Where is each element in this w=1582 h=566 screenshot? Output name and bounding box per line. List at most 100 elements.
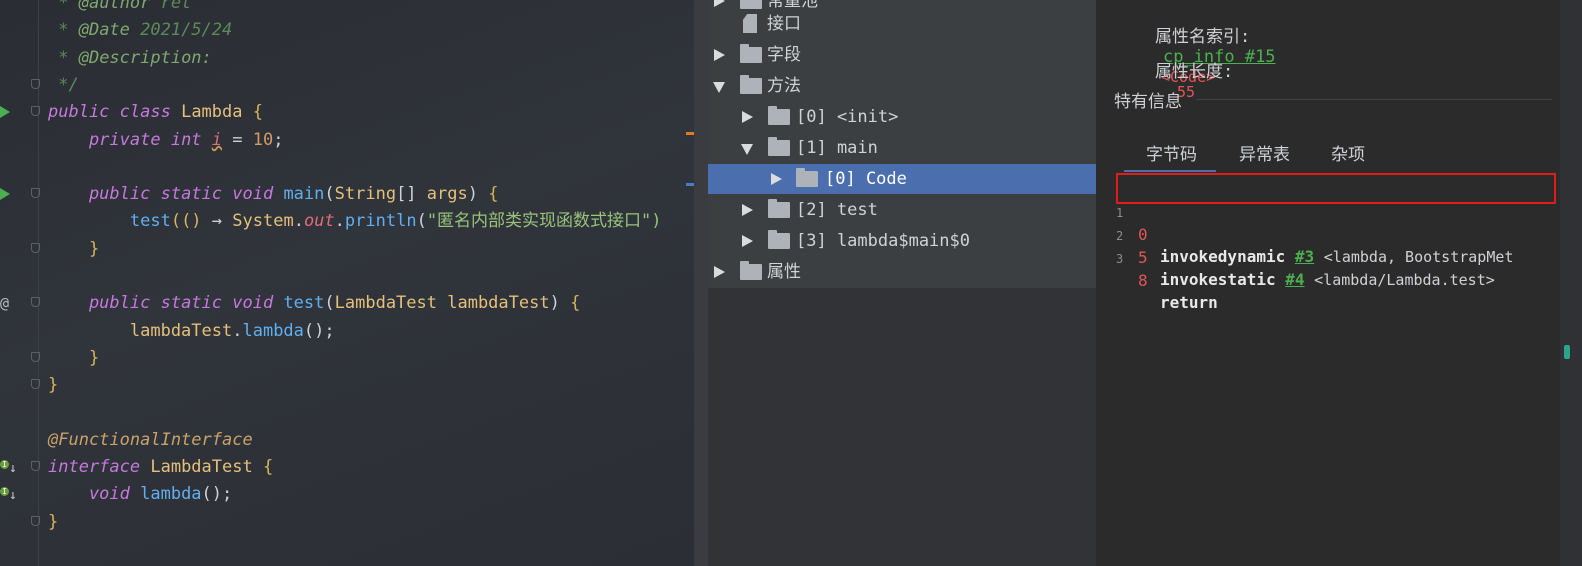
code-line[interactable]: } bbox=[0, 236, 700, 262]
code-line[interactable]: @ public static void test(LambdaTest lam… bbox=[0, 290, 700, 316]
code-token: (() bbox=[170, 211, 212, 232]
fold-icon[interactable] bbox=[31, 106, 40, 117]
code-token: System bbox=[232, 211, 294, 232]
fold-icon[interactable] bbox=[31, 461, 40, 472]
file-icon bbox=[743, 14, 757, 33]
code-line[interactable] bbox=[0, 263, 700, 289]
tree-item-method-main[interactable]: [1] main bbox=[708, 133, 1096, 163]
code-text: * @Date 2021/5/24 bbox=[48, 17, 232, 43]
code-token: ) bbox=[467, 184, 489, 205]
constant-ref-link[interactable]: #3 bbox=[1295, 247, 1314, 266]
code-line[interactable]: * @author ret bbox=[0, 0, 700, 16]
tree-item-interfaces[interactable]: 接口 bbox=[708, 9, 1096, 39]
class-structure-tree[interactable]: 常量池 接口 字段 方法 [0] <init> [1] main [0] Cod… bbox=[708, 0, 1096, 566]
code-token: . bbox=[334, 211, 345, 232]
collapse-arrow-icon[interactable] bbox=[741, 144, 753, 155]
fold-icon[interactable] bbox=[31, 188, 40, 199]
opcode: return bbox=[1160, 293, 1218, 312]
code-token: * bbox=[48, 20, 79, 41]
code-text: void lambda(); bbox=[48, 481, 232, 507]
fold-icon[interactable] bbox=[31, 351, 40, 362]
code-line[interactable]: I ↓ interface LambdaTest { bbox=[0, 454, 700, 480]
code-text: test(() → System.out.println("匿名内部类实现函数式… bbox=[48, 208, 662, 234]
code-text: public static void test(LambdaTest lambd… bbox=[48, 290, 580, 316]
code-line[interactable]: } bbox=[0, 372, 700, 398]
bytecode-offset: 8 bbox=[1138, 271, 1148, 290]
tree-item-fields[interactable]: 字段 bbox=[708, 40, 1096, 70]
tab-exception-table[interactable]: 异常表 bbox=[1239, 140, 1290, 165]
code-line[interactable]: } bbox=[0, 509, 700, 535]
code-line[interactable]: public class Lambda { bbox=[0, 99, 700, 125]
run-icon[interactable] bbox=[0, 106, 10, 119]
code-line[interactable]: lambdaTest.lambda(); bbox=[0, 318, 700, 344]
bytecode-instruction: invokestatic #4 <lambda/Lambda.test> bbox=[1160, 269, 1495, 291]
code-line[interactable]: } bbox=[0, 345, 700, 371]
expand-arrow-icon[interactable] bbox=[742, 204, 753, 216]
code-line[interactable]: I ↓ void lambda(); bbox=[0, 481, 700, 507]
code-text: public class Lambda { bbox=[48, 99, 263, 125]
overrides-icon[interactable]: @ bbox=[0, 290, 9, 316]
opcode: invokestatic bbox=[1160, 270, 1276, 289]
expand-arrow-icon[interactable] bbox=[742, 235, 753, 247]
run-icon[interactable] bbox=[0, 188, 10, 201]
code-line[interactable]: * @Date 2021/5/24 bbox=[0, 17, 700, 43]
attribute-info-panel: 属性名索引: cp_info #15 <Code> 属性长度: 55 特有信息 … bbox=[1096, 0, 1582, 566]
code-line[interactable]: public static void main(String[] args) { bbox=[0, 181, 700, 207]
scrollbar[interactable] bbox=[1560, 0, 1582, 566]
fold-icon[interactable] bbox=[31, 78, 40, 89]
code-token: @Date bbox=[78, 20, 130, 41]
code-token: lambdaTest bbox=[447, 293, 550, 314]
code-text: } bbox=[48, 372, 58, 398]
code-text: private int i = 10; bbox=[48, 127, 284, 153]
tab-bytecode[interactable]: 字节码 bbox=[1146, 140, 1197, 165]
code-line[interactable] bbox=[0, 154, 700, 180]
bytecode-comment: <lambda, BootstrapMet bbox=[1323, 248, 1514, 266]
code-line[interactable]: private int i = 10; bbox=[0, 127, 700, 153]
tree-item-method-init[interactable]: [0] <init> bbox=[708, 102, 1096, 132]
code-line[interactable] bbox=[0, 400, 700, 426]
expand-arrow-icon[interactable] bbox=[714, 0, 725, 7]
code-line[interactable]: */ bbox=[0, 72, 700, 98]
tree-item-label: 接口 bbox=[767, 14, 801, 34]
bytecode-row[interactable]: 3 8 return bbox=[1116, 226, 1556, 312]
code-text: lambdaTest.lambda(); bbox=[48, 318, 335, 344]
expand-arrow-icon[interactable] bbox=[714, 49, 725, 61]
code-token: * bbox=[48, 47, 79, 68]
code-token: Lambda bbox=[181, 102, 253, 123]
code-text: } bbox=[48, 236, 99, 262]
scroll-marker[interactable] bbox=[1564, 345, 1570, 359]
bytecode-row[interactable]: 2 5 invokestatic #4 <lambda/Lambda.test> bbox=[1116, 203, 1556, 289]
tree-item-method-test[interactable]: [2] test bbox=[708, 195, 1096, 225]
expand-arrow-icon[interactable] bbox=[771, 173, 782, 185]
code-token: ( bbox=[416, 211, 427, 232]
tree-item-methods[interactable]: 方法 bbox=[708, 71, 1096, 101]
code-line[interactable]: test(() → System.out.println("匿名内部类实现函数式… bbox=[0, 208, 700, 234]
code-text: } bbox=[48, 345, 99, 371]
implemented-icon[interactable]: I bbox=[0, 460, 9, 470]
implemented-icon[interactable]: I bbox=[0, 487, 9, 497]
code-token: . bbox=[293, 211, 304, 232]
code-line[interactable]: @FunctionalInterface bbox=[0, 427, 700, 453]
tree-item-code[interactable]: [0] Code bbox=[708, 164, 1096, 194]
expand-arrow-icon[interactable] bbox=[714, 266, 725, 278]
tree-item-attributes[interactable]: 属性 bbox=[708, 257, 1096, 287]
bytecode-comment: <lambda/Lambda.test> bbox=[1314, 271, 1495, 289]
tab-misc[interactable]: 杂项 bbox=[1331, 140, 1365, 165]
fold-icon[interactable] bbox=[31, 242, 40, 253]
fold-icon[interactable] bbox=[31, 515, 40, 526]
fold-icon[interactable] bbox=[31, 379, 40, 390]
code-text: interface LambdaTest { bbox=[48, 454, 273, 480]
code-token: out bbox=[303, 211, 335, 232]
fold-icon[interactable] bbox=[31, 297, 40, 308]
constant-ref-link[interactable]: #4 bbox=[1285, 270, 1304, 289]
tree-item-method-lambda[interactable]: [3] lambda$main$0 bbox=[708, 226, 1096, 256]
down-arrow-icon: ↓ bbox=[9, 461, 17, 477]
splitter[interactable] bbox=[694, 0, 708, 566]
code-editor[interactable]: * @author ret * @Date 2021/5/24 * @Descr… bbox=[0, 0, 700, 566]
code-token: ) bbox=[549, 293, 571, 314]
code-token: println bbox=[344, 211, 417, 232]
code-token: ( bbox=[324, 184, 335, 205]
expand-arrow-icon[interactable] bbox=[742, 111, 753, 123]
code-line[interactable]: * @Description: bbox=[0, 45, 700, 71]
collapse-arrow-icon[interactable] bbox=[713, 82, 725, 93]
